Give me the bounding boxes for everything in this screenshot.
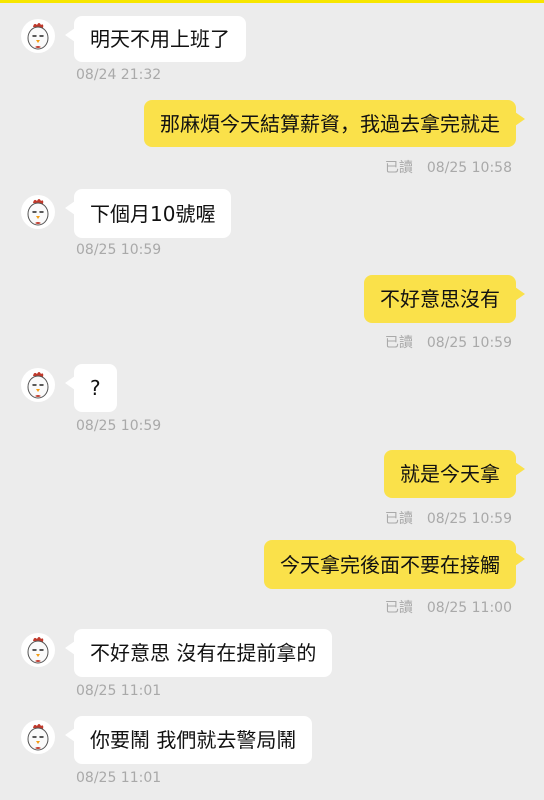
chicken-icon (21, 19, 55, 53)
message-text: 你要鬧 我們就去警局鬧 (90, 728, 297, 752)
incoming-message-bubble[interactable]: ? (65, 364, 117, 412)
incoming-message-bubble[interactable]: 你要鬧 我們就去警局鬧 (64, 716, 313, 764)
incoming-message-bubble[interactable]: 不好意思 沒有在提前拿的 (64, 629, 333, 677)
incoming-message-bubble[interactable]: 下個月10號喔 (64, 189, 232, 238)
outgoing-message-bubble[interactable]: 就是今天拿 (384, 450, 525, 498)
message-timestamp: 08/25 10:59 (76, 418, 162, 434)
message-timestamp: 08/25 10:59 (426, 511, 512, 527)
incoming-message-bubble[interactable]: 明天不用上班了 (65, 16, 246, 62)
message-text: 明天不用上班了 (90, 27, 230, 51)
read-receipt: 已讀 (384, 511, 413, 527)
chicken-icon (21, 368, 55, 402)
read-receipt: 已讀 (384, 335, 413, 351)
message-timestamp: 08/25 11:01 (76, 683, 162, 699)
read-receipt: 已讀 (384, 160, 413, 176)
message-timestamp: 08/25 11:01 (76, 770, 162, 786)
message-text: 今天拿完後面不要在接觸 (280, 552, 500, 577)
message-text: 就是今天拿 (400, 462, 500, 486)
message-text: 那麻煩今天結算薪資，我過去拿完就走 (160, 111, 500, 136)
message-timestamp: 08/25 10:59 (426, 335, 512, 351)
chicken-icon (21, 720, 55, 754)
message-timestamp: 08/24 21:32 (76, 67, 162, 83)
message-text: 下個月10號喔 (90, 201, 216, 226)
message-text: 不好意思沒有 (380, 287, 500, 311)
chicken-icon (21, 633, 55, 667)
message-meta: 已讀 08/25 10:59 (385, 332, 512, 352)
message-timestamp: 08/25 10:58 (426, 160, 512, 176)
top-accent-bar (0, 0, 544, 3)
message-meta: 已讀 08/25 10:58 (385, 157, 512, 177)
message-timestamp: 08/25 11:00 (426, 600, 512, 616)
message-meta: 已讀 08/25 11:00 (385, 597, 512, 617)
message-timestamp: 08/25 10:59 (76, 242, 162, 258)
read-receipt: 已讀 (384, 600, 413, 616)
outgoing-message-bubble[interactable]: 不好意思沒有 (364, 275, 525, 323)
message-meta: 已讀 08/25 10:59 (385, 508, 512, 528)
message-text: 不好意思 沒有在提前拿的 (90, 641, 317, 665)
chicken-icon (21, 195, 55, 229)
outgoing-message-bubble[interactable]: 今天拿完後面不要在接觸 (264, 540, 525, 589)
message-text: ? (90, 376, 101, 400)
outgoing-message-bubble[interactable]: 那麻煩今天結算薪資，我過去拿完就走 (144, 100, 525, 147)
